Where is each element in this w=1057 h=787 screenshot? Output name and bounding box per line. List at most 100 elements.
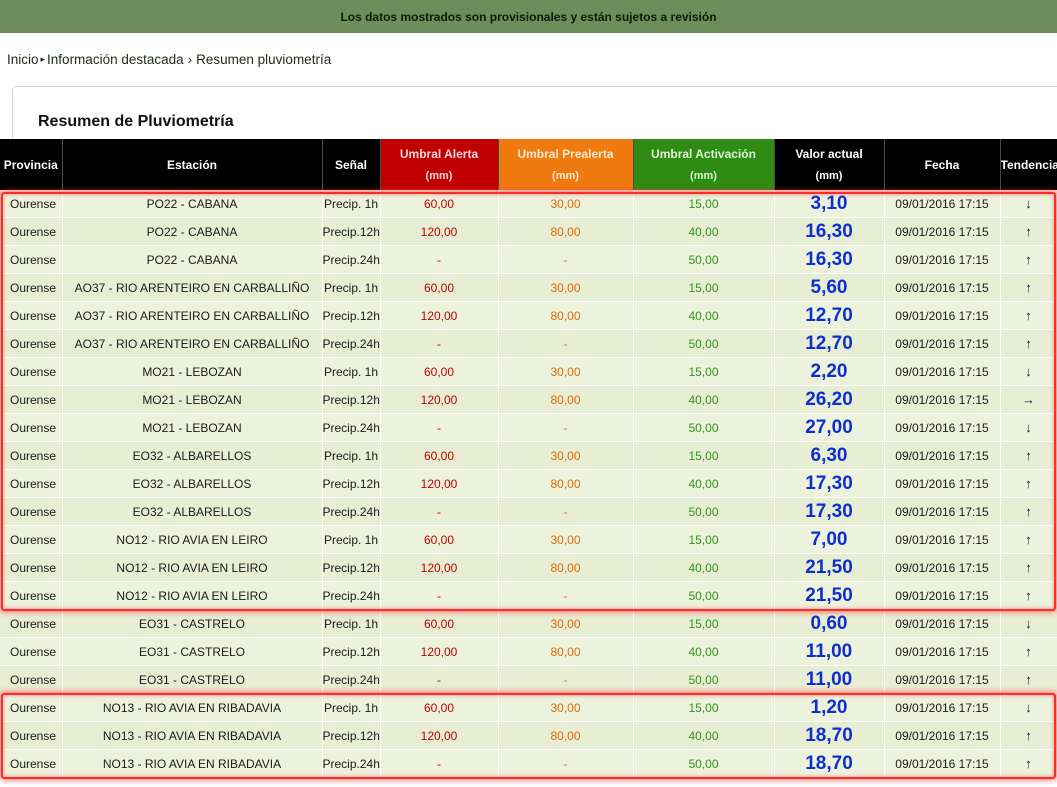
table-row: Ourense NO13 - RIO AVIA EN RIBADAVIA Preci… bbox=[0, 749, 1057, 778]
cell-tendencia: ↓ bbox=[1000, 413, 1057, 442]
cell-senal: Precip.24h bbox=[322, 413, 381, 442]
table-row: Ourense EO31 - CASTRELO Precip.24h - -50,00 1… bbox=[0, 665, 1057, 694]
cell-umbral-prealerta: - bbox=[498, 665, 634, 694]
cell-senal: Precip. 1h bbox=[322, 693, 381, 722]
cell-tendencia: ↓ bbox=[1000, 190, 1057, 218]
cell-estacion: NO12 - RIO AVIA EN LEIRO bbox=[62, 553, 323, 582]
header-umbral-prealerta[interactable]: Umbral Prealerta (mm) bbox=[498, 139, 634, 190]
cell-valor-actual: 3,10 bbox=[774, 190, 885, 218]
cell-provincia: Ourense bbox=[0, 301, 63, 330]
cell-senal: Precip. 1h bbox=[322, 273, 381, 302]
cell-provincia: Ourense bbox=[0, 525, 63, 554]
cell-valor-actual: 17,30 bbox=[774, 497, 885, 526]
cell-estacion: EO31 - CASTRELO bbox=[62, 609, 323, 638]
table-row: Ourense NO13 - RIO AVIA EN RIBADAVIA Preci… bbox=[0, 721, 1057, 750]
cell-umbral-alerta: 60,00 bbox=[380, 525, 499, 554]
cell-provincia: Ourense bbox=[0, 273, 63, 302]
cell-umbral-activacion: 50,00 bbox=[633, 329, 775, 358]
cell-senal: Precip.24h bbox=[322, 581, 381, 610]
cell-provincia: Ourense bbox=[0, 469, 63, 498]
header-umbral-alerta[interactable]: Umbral Alerta (mm) bbox=[380, 139, 499, 190]
cell-umbral-activacion: 50,00 bbox=[633, 497, 775, 526]
header-estacion[interactable]: Estación bbox=[62, 139, 323, 190]
cell-fecha: 09/01/2016 17:15 bbox=[884, 665, 1001, 694]
cell-estacion: PO22 - CABANA bbox=[62, 217, 323, 246]
cell-fecha: 09/01/2016 17:15 bbox=[884, 637, 1001, 666]
cell-umbral-alerta: - bbox=[380, 245, 499, 274]
cell-umbral-alerta: 120,00 bbox=[380, 385, 499, 414]
cell-estacion: EO32 - ALBARELLOS bbox=[62, 441, 323, 470]
table-row: Ourense NO12 - RIO AVIA EN LEIRO Precip. 1… bbox=[0, 525, 1057, 554]
header-senal[interactable]: Señal bbox=[322, 139, 381, 190]
cell-tendencia: ↓ bbox=[1000, 357, 1057, 386]
cell-umbral-alerta: 120,00 bbox=[380, 301, 499, 330]
cell-umbral-prealerta: 80,00 bbox=[498, 469, 634, 498]
arrow-up-icon: ↑ bbox=[1025, 448, 1032, 463]
arrow-up-icon: ↑ bbox=[1025, 644, 1032, 659]
table-row: Ourense NO13 - RIO AVIA EN RIBADAVIA Preci… bbox=[0, 693, 1057, 722]
breadcrumb-current-page: Resumen pluviometría bbox=[196, 52, 332, 67]
cell-senal: Precip.24h bbox=[322, 245, 381, 274]
cell-umbral-activacion: 15,00 bbox=[633, 441, 775, 470]
arrow-up-icon: ↑ bbox=[1025, 560, 1032, 575]
cell-fecha: 09/01/2016 17:15 bbox=[884, 413, 1001, 442]
table-header-row: Provincia Estación Señal Umbral Alerta (m… bbox=[0, 139, 1057, 190]
cell-valor-actual: 16,30 bbox=[774, 245, 885, 274]
table-row: Ourense EO31 - CASTRELO Precip.12h 120,00 80… bbox=[0, 637, 1057, 666]
cell-estacion: PO22 - CABANA bbox=[62, 190, 323, 218]
breadcrumb-home-link[interactable]: Inicio bbox=[7, 52, 39, 67]
header-fecha[interactable]: Fecha bbox=[884, 139, 1001, 190]
arrow-down-icon: ↓ bbox=[1025, 196, 1032, 211]
cell-valor-actual: 2,20 bbox=[774, 357, 885, 386]
arrow-up-icon: ↑ bbox=[1025, 728, 1032, 743]
cell-estacion: NO13 - RIO AVIA EN RIBADAVIA bbox=[62, 693, 323, 722]
cell-umbral-alerta: - bbox=[380, 665, 499, 694]
cell-umbral-prealerta: - bbox=[498, 749, 634, 778]
arrow-up-icon: ↑ bbox=[1025, 224, 1032, 239]
header-tendencia[interactable]: Tendencia bbox=[1000, 139, 1057, 190]
cell-umbral-alerta: 60,00 bbox=[380, 190, 499, 218]
cell-provincia: Ourense bbox=[0, 190, 63, 218]
breadcrumb-separator: › bbox=[187, 52, 193, 67]
arrow-up-icon: ↑ bbox=[1025, 336, 1032, 351]
header-valor-actual[interactable]: Valor actual (mm) bbox=[774, 139, 885, 190]
cell-provincia: Ourense bbox=[0, 329, 63, 358]
cell-umbral-activacion: 15,00 bbox=[633, 693, 775, 722]
arrow-down-icon: ↓ bbox=[1025, 616, 1032, 631]
arrow-up-icon: ↑ bbox=[1025, 280, 1032, 295]
cell-fecha: 09/01/2016 17:15 bbox=[884, 301, 1001, 330]
cell-tendencia: ↑ bbox=[1000, 749, 1057, 778]
header-provincia[interactable]: Provincia bbox=[0, 139, 63, 190]
cell-umbral-activacion: 40,00 bbox=[633, 385, 775, 414]
header-umbral-activacion[interactable]: Umbral Activación (mm) bbox=[633, 139, 775, 190]
cell-fecha: 09/01/2016 17:15 bbox=[884, 469, 1001, 498]
cell-tendencia: ↑ bbox=[1000, 301, 1057, 330]
cell-fecha: 09/01/2016 17:15 bbox=[884, 385, 1001, 414]
cell-valor-actual: 11,00 bbox=[774, 637, 885, 666]
rainfall-summary-table: Provincia Estación Señal Umbral Alerta (m… bbox=[0, 139, 1057, 778]
cell-tendencia: ↑ bbox=[1000, 721, 1057, 750]
cell-umbral-prealerta: 80,00 bbox=[498, 553, 634, 582]
cell-umbral-alerta: - bbox=[380, 497, 499, 526]
table-row: Ourense PO22 - CABANA Precip.12h 120,00 80,0… bbox=[0, 217, 1057, 246]
cell-fecha: 09/01/2016 17:15 bbox=[884, 497, 1001, 526]
cell-fecha: 09/01/2016 17:15 bbox=[884, 553, 1001, 582]
cell-senal: Precip.24h bbox=[322, 329, 381, 358]
cell-estacion: NO12 - RIO AVIA EN LEIRO bbox=[62, 525, 323, 554]
breadcrumb-section-link[interactable]: Información destacada bbox=[47, 52, 184, 67]
cell-umbral-alerta: - bbox=[380, 413, 499, 442]
cell-umbral-alerta: 120,00 bbox=[380, 469, 499, 498]
table-row: Ourense MO21 - LEBOZAN Precip.12h 120,00 80,… bbox=[0, 385, 1057, 414]
cell-valor-actual: 0,60 bbox=[774, 609, 885, 638]
cell-umbral-activacion: 50,00 bbox=[633, 245, 775, 274]
cell-umbral-alerta: 60,00 bbox=[380, 273, 499, 302]
cell-estacion: MO21 - LEBOZAN bbox=[62, 357, 323, 386]
table-row: Ourense NO12 - RIO AVIA EN LEIRO Precip.24… bbox=[0, 581, 1057, 610]
cell-umbral-alerta: - bbox=[380, 581, 499, 610]
cell-tendencia: ↑ bbox=[1000, 637, 1057, 666]
table-row: Ourense PO22 - CABANA Precip. 1h 60,00 30,00… bbox=[0, 190, 1057, 218]
cell-provincia: Ourense bbox=[0, 749, 63, 778]
cell-tendencia: ↑ bbox=[1000, 245, 1057, 274]
cell-provincia: Ourense bbox=[0, 581, 63, 610]
cell-senal: Precip. 1h bbox=[322, 357, 381, 386]
